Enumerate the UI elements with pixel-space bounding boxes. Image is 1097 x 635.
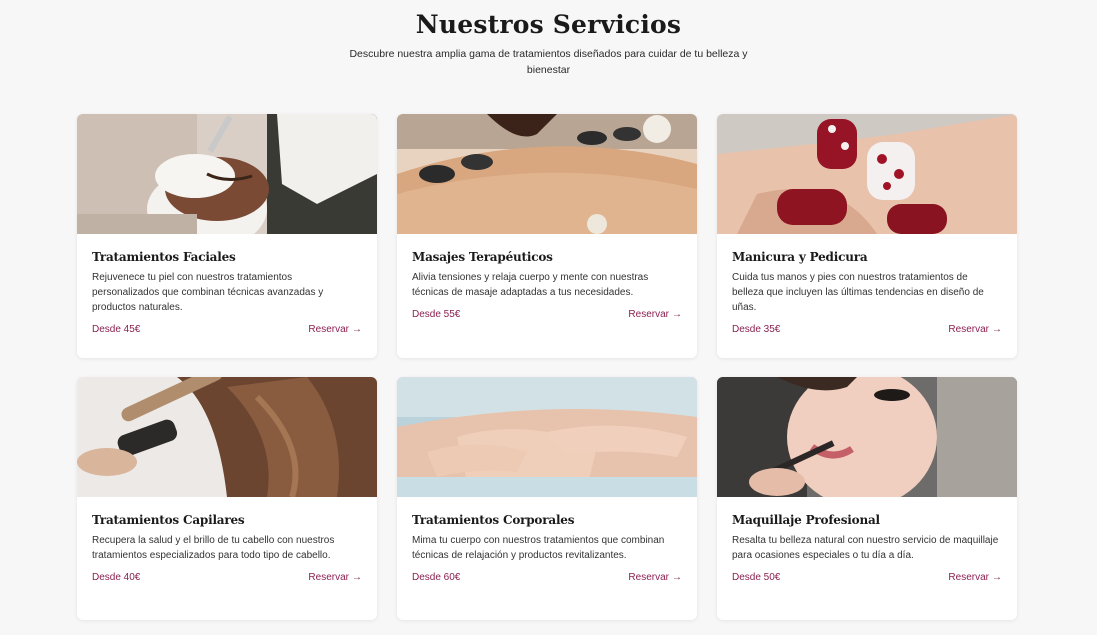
service-title: Masajes Terapéuticos — [412, 250, 553, 264]
service-description: Cuida tus manos y pies con nuestros trat… — [732, 272, 984, 313]
service-description: Resalta tu belleza natural con nuestro s… — [732, 535, 999, 561]
service-card-massage: Masajes Terapéuticos Alivia tensiones y … — [397, 114, 697, 358]
arrow-right-icon: → — [992, 572, 1002, 583]
service-card-facial: Tratamientos Faciales Rejuvenece tu piel… — [77, 114, 377, 358]
reserve-label: Reservar — [948, 324, 989, 335]
service-price: Desde 35€ — [732, 324, 781, 335]
body-massage-photo — [397, 377, 697, 497]
service-price: Desde 45€ — [92, 324, 141, 335]
reserve-label: Reservar — [948, 572, 989, 583]
service-price: Desde 55€ — [412, 309, 461, 320]
reserve-label: Reservar — [308, 572, 349, 583]
reserve-link[interactable]: Reservar → — [308, 324, 362, 335]
reserve-link[interactable]: Reservar → — [628, 309, 682, 320]
reserve-link[interactable]: Reservar → — [308, 572, 362, 583]
arrow-right-icon: → — [992, 324, 1002, 335]
card-footer: Desde 50€ Reservar → — [732, 572, 1002, 583]
service-description: Rejuvenece tu piel con nuestros tratamie… — [92, 272, 324, 313]
makeup-application-photo — [717, 377, 1017, 497]
service-price: Desde 60€ — [412, 572, 461, 583]
page-title: Nuestros Servicios — [415, 10, 682, 39]
service-price: Desde 50€ — [732, 572, 781, 583]
service-title: Tratamientos Capilares — [92, 513, 245, 527]
card-footer: Desde 45€ Reservar → — [92, 324, 362, 335]
service-title: Manicura y Pedicura — [732, 250, 868, 264]
services-header: Nuestros Servicios Descubre nuestra ampl… — [0, 0, 1097, 78]
reserve-link[interactable]: Reservar → — [628, 572, 682, 583]
services-grid: Tratamientos Faciales Rejuvenece tu piel… — [77, 114, 1017, 620]
reserve-label: Reservar — [628, 572, 669, 583]
arrow-right-icon: → — [352, 572, 362, 583]
card-footer: Desde 55€ Reservar → — [412, 309, 682, 320]
hot-stone-massage-photo — [397, 114, 697, 234]
arrow-right-icon: → — [672, 572, 682, 583]
arrow-right-icon: → — [672, 309, 682, 320]
service-description: Recupera la salud y el brillo de tu cabe… — [92, 535, 335, 561]
reserve-link[interactable]: Reservar → — [948, 324, 1002, 335]
card-footer: Desde 35€ Reservar → — [732, 324, 1002, 335]
arrow-right-icon: → — [352, 324, 362, 335]
service-title: Tratamientos Faciales — [92, 250, 236, 264]
card-footer: Desde 60€ Reservar → — [412, 572, 682, 583]
service-title: Maquillaje Profesional — [732, 513, 880, 527]
service-card-hair: Tratamientos Capilares Recupera la salud… — [77, 377, 377, 620]
service-card-body: Tratamientos Corporales Mima tu cuerpo c… — [397, 377, 697, 620]
service-description: Mima tu cuerpo con nuestros tratamientos… — [412, 535, 665, 561]
hair-curling-photo — [77, 377, 377, 497]
reserve-label: Reservar — [308, 324, 349, 335]
service-card-makeup: Maquillaje Profesional Resalta tu bellez… — [717, 377, 1017, 620]
service-card-manicure: Manicura y Pedicura Cuida tus manos y pi… — [717, 114, 1017, 358]
service-title: Tratamientos Corporales — [412, 513, 575, 527]
service-price: Desde 40€ — [92, 572, 141, 583]
card-footer: Desde 40€ Reservar → — [92, 572, 362, 583]
page-subtitle: Descubre nuestra amplia gama de tratamie… — [349, 48, 748, 76]
facial-treatment-photo — [77, 114, 377, 234]
service-description: Alivia tensiones y relaja cuerpo y mente… — [412, 272, 649, 298]
manicure-photo — [717, 114, 1017, 234]
reserve-label: Reservar — [628, 309, 669, 320]
reserve-link[interactable]: Reservar → — [948, 572, 1002, 583]
